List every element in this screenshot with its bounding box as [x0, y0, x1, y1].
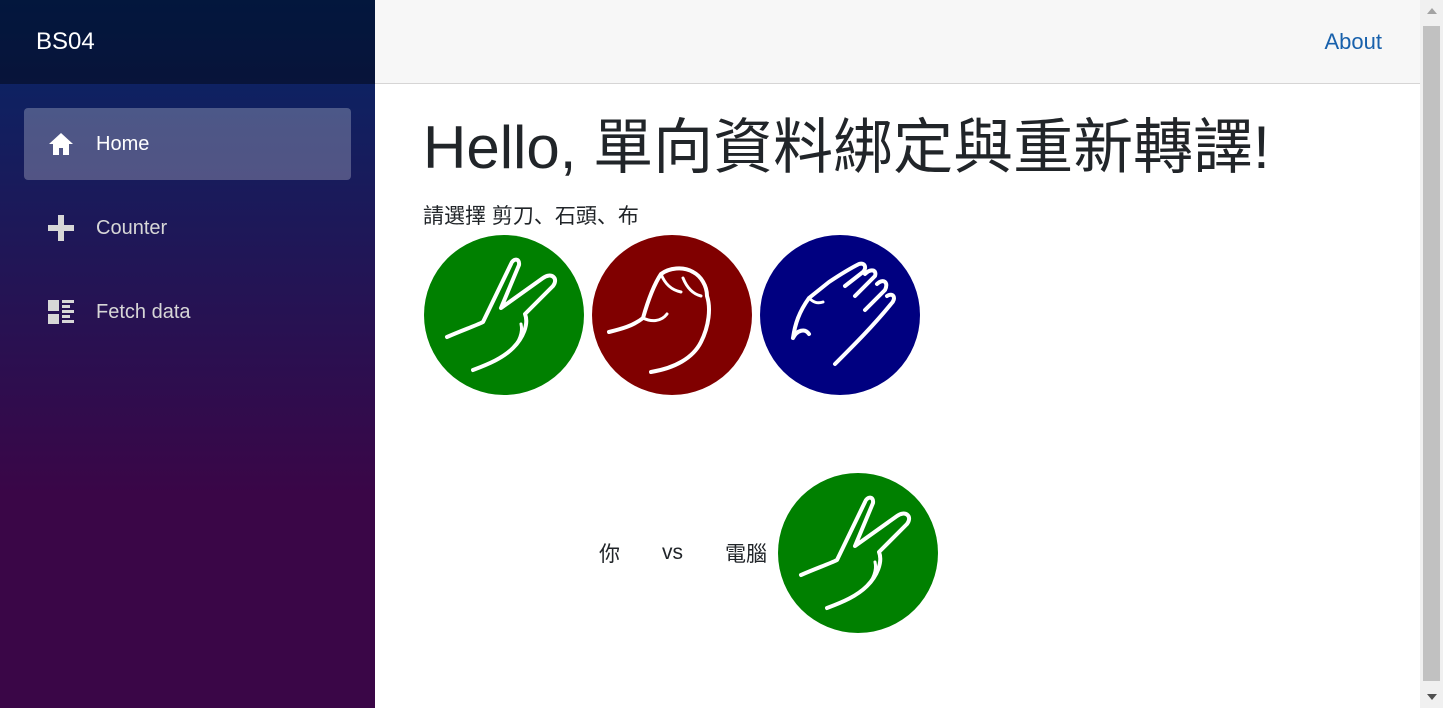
nav-menu: Home Counter Fetch data [0, 84, 375, 348]
scissors-icon[interactable] [423, 234, 585, 396]
sidebar-item-label: Home [96, 132, 150, 155]
vertical-scrollbar[interactable] [1420, 0, 1443, 708]
sidebar-item-label: Counter [96, 216, 168, 239]
brand-link[interactable]: BS04 [36, 28, 95, 56]
computer-label: 電腦 [725, 543, 767, 566]
plus-icon [46, 213, 76, 243]
main-content: Hello, 單向資料綁定與重新轉譯! 請選擇 剪刀、石頭、布 你 vs 電腦 [375, 84, 1420, 708]
app-window: BS04 Home Counter Fetch data About Hello… [0, 0, 1443, 708]
about-link[interactable]: About [1325, 29, 1383, 55]
scroll-up-icon[interactable] [1420, 2, 1443, 20]
scroll-thumb[interactable] [1423, 26, 1440, 681]
list-icon [46, 297, 76, 327]
sidebar-item-counter[interactable]: Counter [24, 192, 351, 264]
choice-list [423, 234, 1420, 396]
choice-prompt: 請選擇 剪刀、石頭、布 [423, 205, 639, 228]
top-row: About [375, 0, 1420, 84]
sidebar-item-label: Fetch data [96, 300, 191, 323]
result-row: 你 vs 電腦 [599, 472, 939, 634]
you-label: 你 [599, 543, 620, 566]
brand-bar: BS04 [0, 0, 375, 84]
paper-icon[interactable] [759, 234, 921, 396]
page-title: Hello, 單向資料綁定與重新轉譯! [423, 114, 1270, 181]
rock-icon[interactable] [591, 234, 753, 396]
sidebar: BS04 Home Counter Fetch data [0, 0, 375, 708]
sidebar-item-fetch-data[interactable]: Fetch data [24, 276, 351, 348]
home-icon [46, 129, 76, 159]
computer-scissors-icon [778, 473, 938, 633]
scroll-down-icon[interactable] [1420, 688, 1443, 706]
sidebar-item-home[interactable]: Home [24, 108, 351, 180]
vs-label: vs [662, 541, 683, 564]
